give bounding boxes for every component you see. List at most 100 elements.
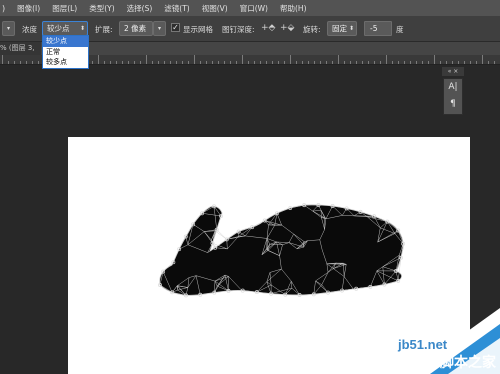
ruler-tick [134, 61, 135, 64]
density-label: 浓度 [22, 25, 37, 34]
chevron-up-down-icon: ⬍ [348, 25, 354, 32]
ruler-tick [386, 55, 387, 64]
mesh-edge [216, 229, 227, 240]
silhouette-shape [159, 204, 404, 296]
ruler-tick [176, 61, 177, 64]
ruler-tick [476, 61, 477, 64]
ruler-tick [446, 61, 447, 64]
pin-forward-icon[interactable]: +⬘ [261, 23, 275, 34]
menu-item-help[interactable]: 帮助(H) [280, 3, 307, 14]
mesh-edge [214, 230, 227, 240]
rotate-select[interactable]: 固定 ⬍ [327, 21, 357, 36]
ruler-tick [38, 61, 39, 64]
ruler-tick [398, 61, 399, 64]
ruler-tick [440, 61, 441, 64]
show-mesh-label: 显示网格 [183, 25, 213, 34]
ruler-tick [350, 61, 351, 64]
expand-label: 扩展: [95, 25, 113, 34]
ruler-tick [164, 61, 165, 64]
ruler-tick [434, 55, 435, 64]
menu-item-layer[interactable]: 图层(L) [52, 3, 77, 14]
density-value: 较少点 [47, 24, 70, 33]
paragraph-icon[interactable]: ¶ [444, 96, 462, 113]
ruler-tick [308, 61, 309, 64]
menu-item-type[interactable]: 类型(Y) [89, 3, 114, 14]
ruler-tick [170, 61, 171, 64]
ruler-tick [356, 61, 357, 64]
dropdown-option-more-points[interactable]: 较多点 [43, 57, 88, 68]
ruler-tick [20, 61, 21, 64]
tool-preset-dropdown[interactable]: ▾ [2, 21, 15, 36]
ruler-tick [422, 61, 423, 64]
ruler-tick [338, 55, 339, 64]
ruler-tick [200, 61, 201, 64]
ruler-tick [14, 61, 15, 64]
menu-item-window[interactable]: 窗口(W) [240, 3, 268, 14]
ruler-tick [464, 61, 465, 64]
ruler-tick [332, 61, 333, 64]
ruler-tick [230, 61, 231, 64]
ruler-tick [254, 61, 255, 64]
menu-item-filter[interactable]: 滤镜(T) [164, 3, 189, 14]
ruler-tick [458, 61, 459, 64]
dropdown-option-normal[interactable]: 正常 [43, 47, 88, 58]
ruler-tick [488, 61, 489, 64]
angle-unit: 度 [396, 25, 404, 34]
ruler-tick [314, 61, 315, 64]
ruler-tick [152, 61, 153, 64]
ruler-tick [272, 61, 273, 64]
ruler-tick [392, 61, 393, 64]
ruler-tick [242, 55, 243, 64]
ruler-tick [212, 61, 213, 64]
character-icon[interactable]: A| [444, 79, 462, 96]
ruler-tick [284, 61, 285, 64]
ruler-tick [290, 55, 291, 64]
ruler-tick [278, 61, 279, 64]
rotate-label: 旋转: [303, 25, 321, 34]
ruler-tick [416, 61, 417, 64]
chevron-up-down-icon: ⬍ [79, 25, 85, 32]
ruler-tick [122, 61, 123, 64]
ruler-tick [188, 61, 189, 64]
ruler-tick [362, 61, 363, 64]
ruler-tick [8, 61, 9, 64]
ruler-tick [320, 61, 321, 64]
ruler-tick [116, 61, 117, 64]
ruler-tick [110, 61, 111, 64]
pin-backward-icon[interactable]: +⬙ [280, 23, 294, 34]
document-tab[interactable]: % (图层 3, [0, 42, 41, 55]
ruler-tick [302, 61, 303, 64]
ruler-tick [374, 61, 375, 64]
ruler-tick [194, 55, 195, 64]
ruler-tick [26, 61, 27, 64]
ruler-tick [380, 61, 381, 64]
show-mesh-checkbox[interactable]: ✓ [171, 23, 180, 32]
ruler-tick [206, 61, 207, 64]
dropdown-option-fewer-points[interactable]: 较少点 [43, 36, 88, 47]
angle-input[interactable]: -5 [364, 21, 392, 36]
ruler-tick [248, 61, 249, 64]
menu-item-select[interactable]: 选择(S) [127, 3, 153, 14]
density-select[interactable]: 较少点 ⬍ [42, 21, 88, 36]
ruler-tick [296, 61, 297, 64]
watermark-url: jb51.net [398, 337, 448, 352]
pin-depth-label: 图钉深度: [222, 25, 255, 34]
rotate-value: 固定 [332, 24, 347, 33]
ruler-tick [128, 61, 129, 64]
ruler-tick [368, 61, 369, 64]
ruler-tick [494, 61, 495, 64]
ruler-tick [260, 61, 261, 64]
panel-collapse-bar[interactable]: « × [442, 67, 464, 76]
density-dropdown-list: 较少点 正常 较多点 [42, 35, 89, 69]
character-paragraph-panel: A| ¶ [443, 78, 463, 115]
ruler-tick [266, 61, 267, 64]
menu-item-image[interactable]: 图像(I) [17, 3, 40, 14]
ruler-tick [140, 61, 141, 64]
menu-item-view[interactable]: 视图(V) [202, 3, 228, 14]
ruler-tick [428, 61, 429, 64]
expand-input[interactable]: 2 像素 [119, 21, 153, 36]
menu-item-partial[interactable]: ) [2, 4, 5, 13]
expand-dropdown-button[interactable]: ▾ [153, 21, 166, 36]
ruler-tick [92, 61, 93, 64]
angle-value: -5 [370, 24, 378, 33]
